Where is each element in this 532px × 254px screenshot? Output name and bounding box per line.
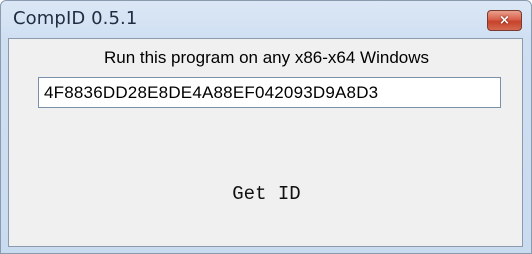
window-title: CompID 0.5.1: [13, 8, 138, 29]
close-icon: ×: [499, 13, 510, 28]
close-button[interactable]: ×: [487, 10, 522, 31]
instruction-label: Run this program on any x86-x64 Windows: [103, 48, 430, 67]
title-bar[interactable]: CompID 0.5.1 ×: [1, 1, 531, 35]
app-window: CompID 0.5.1 × Run this program on any x…: [0, 0, 532, 254]
computer-id-field[interactable]: [38, 77, 501, 108]
get-id-button[interactable]: Get ID: [209, 179, 324, 209]
client-area: Run this program on any x86-x64 Windows …: [8, 38, 523, 247]
